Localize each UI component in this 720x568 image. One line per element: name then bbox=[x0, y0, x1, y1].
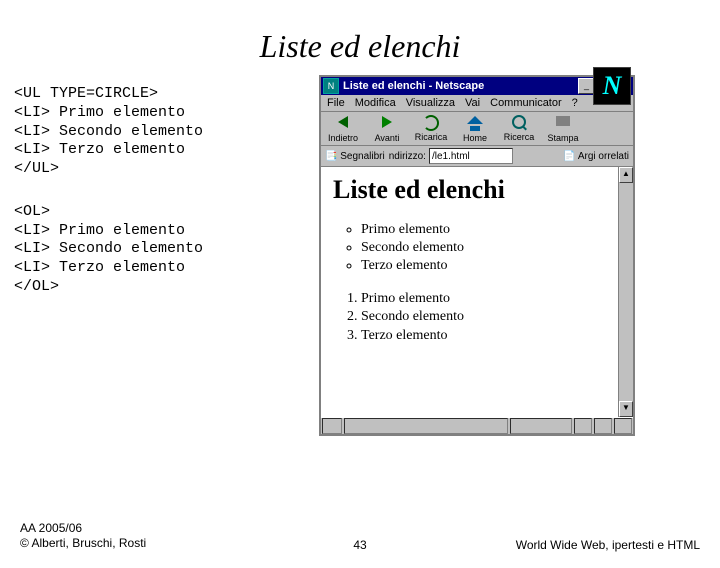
netscape-throbber-icon: N bbox=[593, 67, 631, 105]
footer-right: World Wide Web, ipertesti e HTML bbox=[400, 538, 700, 552]
menu-view[interactable]: Visualizza bbox=[406, 97, 455, 109]
print-button[interactable]: Stampa bbox=[541, 114, 585, 143]
scroll-up-icon[interactable]: ▲ bbox=[619, 167, 633, 183]
menu-go[interactable]: Vai bbox=[465, 97, 480, 109]
scroll-down-icon[interactable]: ▼ bbox=[619, 401, 633, 417]
status-cell bbox=[594, 418, 612, 434]
slide-title: Liste ed elenchi bbox=[0, 28, 720, 65]
page-number: 43 bbox=[320, 538, 400, 552]
back-icon bbox=[338, 116, 348, 128]
bookmarks-button[interactable]: 📑 Segnalibri bbox=[325, 151, 385, 162]
list-item: Primo elemento bbox=[361, 290, 621, 309]
status-cell bbox=[510, 418, 572, 434]
status-cell bbox=[322, 418, 342, 434]
footer-left: AA 2005/06 © Alberti, Bruschi, Rosti bbox=[20, 521, 320, 552]
back-button[interactable]: Indietro bbox=[321, 114, 365, 143]
search-button[interactable]: Ricerca bbox=[497, 114, 541, 143]
unordered-list: Primo elemento Secondo elemento Terzo el… bbox=[333, 221, 621, 276]
status-cell bbox=[344, 418, 508, 434]
forward-icon bbox=[382, 116, 392, 128]
ordered-list: Primo elemento Secondo elemento Terzo el… bbox=[333, 290, 621, 347]
status-cell bbox=[614, 418, 632, 434]
code-block-ul: <UL TYPE=CIRCLE> <LI> Primo elemento <LI… bbox=[14, 85, 319, 179]
list-item: Secondo elemento bbox=[361, 239, 621, 257]
related-button[interactable]: 📄 Argi orrelati bbox=[563, 151, 629, 162]
content-row: <UL TYPE=CIRCLE> <LI> Primo elemento <LI… bbox=[0, 75, 720, 436]
netscape-favicon: N bbox=[323, 78, 339, 94]
reload-button[interactable]: Ricarica bbox=[409, 114, 453, 143]
home-icon bbox=[467, 116, 483, 124]
print-icon bbox=[556, 116, 570, 126]
titlebar: N Liste ed elenchi - Netscape _ □ × bbox=[321, 77, 633, 95]
address-label: ndirizzo: bbox=[389, 151, 426, 162]
menu-help[interactable]: ? bbox=[572, 97, 578, 109]
slide: Liste ed elenchi <UL TYPE=CIRCLE> <LI> P… bbox=[0, 28, 720, 568]
list-item: Terzo elemento bbox=[361, 327, 621, 346]
address-input[interactable] bbox=[429, 148, 513, 164]
scrollbar[interactable]: ▲ ▼ bbox=[618, 167, 633, 417]
forward-button[interactable]: Avanti bbox=[365, 114, 409, 143]
address-box: ndirizzo: bbox=[389, 148, 559, 164]
location-toolbar: 📑 Segnalibri ndirizzo: 📄 Argi orrelati bbox=[321, 146, 633, 167]
toolbar: Indietro Avanti Ricarica Home Ricerca St… bbox=[321, 111, 633, 146]
home-button[interactable]: Home bbox=[453, 114, 497, 143]
list-item: Secondo elemento bbox=[361, 308, 621, 327]
page-heading: Liste ed elenchi bbox=[333, 175, 621, 205]
list-item: Primo elemento bbox=[361, 221, 621, 239]
menu-edit[interactable]: Modifica bbox=[355, 97, 396, 109]
reload-icon bbox=[423, 115, 439, 131]
list-item: Terzo elemento bbox=[361, 257, 621, 275]
footer: AA 2005/06 © Alberti, Bruschi, Rosti 43 … bbox=[20, 521, 700, 552]
menu-file[interactable]: File bbox=[327, 97, 345, 109]
search-icon bbox=[512, 115, 526, 129]
status-cell bbox=[574, 418, 592, 434]
nav-area: Indietro Avanti Ricarica Home Ricerca St… bbox=[321, 111, 633, 146]
code-block-ol: <OL> <LI> Primo elemento <LI> Secondo el… bbox=[14, 203, 319, 297]
code-column: <UL TYPE=CIRCLE> <LI> Primo elemento <LI… bbox=[14, 75, 319, 436]
menu-communicator[interactable]: Communicator bbox=[490, 97, 562, 109]
menubar: File Modifica Visualizza Vai Communicato… bbox=[321, 95, 633, 111]
window-title: Liste ed elenchi - Netscape bbox=[343, 80, 577, 92]
browser-window: N Liste ed elenchi - Netscape _ □ × File… bbox=[319, 75, 635, 436]
page-viewport: Liste ed elenchi Primo elemento Secondo … bbox=[321, 167, 633, 417]
statusbar bbox=[321, 417, 633, 434]
